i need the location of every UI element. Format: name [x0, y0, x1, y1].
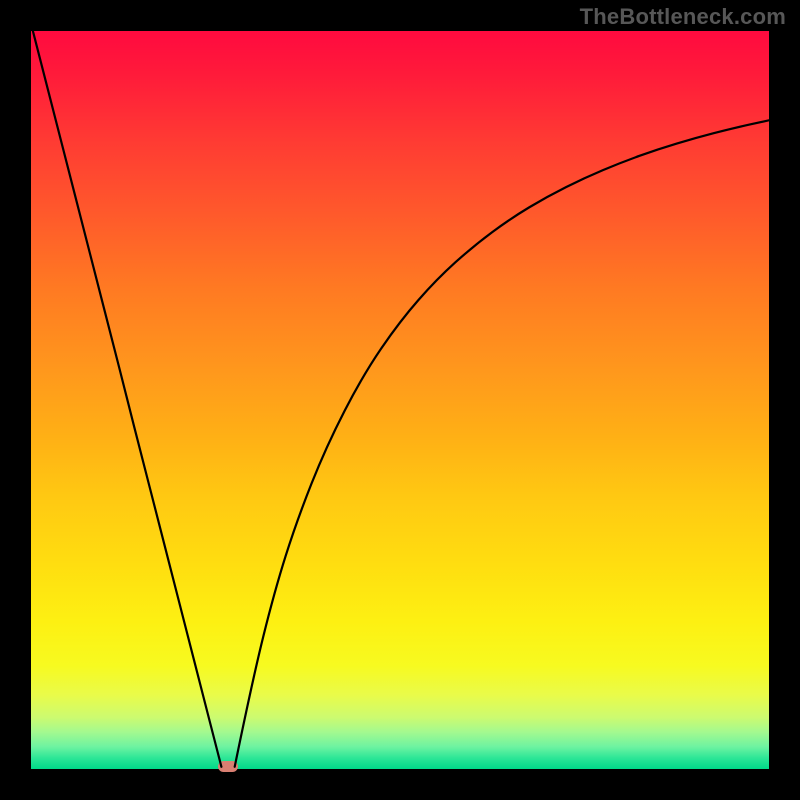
plot-inner: [31, 31, 769, 769]
curve-left-branch: [31, 31, 221, 767]
attribution-label: TheBottleneck.com: [580, 4, 786, 30]
plot-area: [31, 31, 769, 769]
curve-svg: [31, 31, 769, 769]
chart-frame: TheBottleneck.com: [0, 0, 800, 800]
curve-right-branch: [235, 120, 769, 766]
